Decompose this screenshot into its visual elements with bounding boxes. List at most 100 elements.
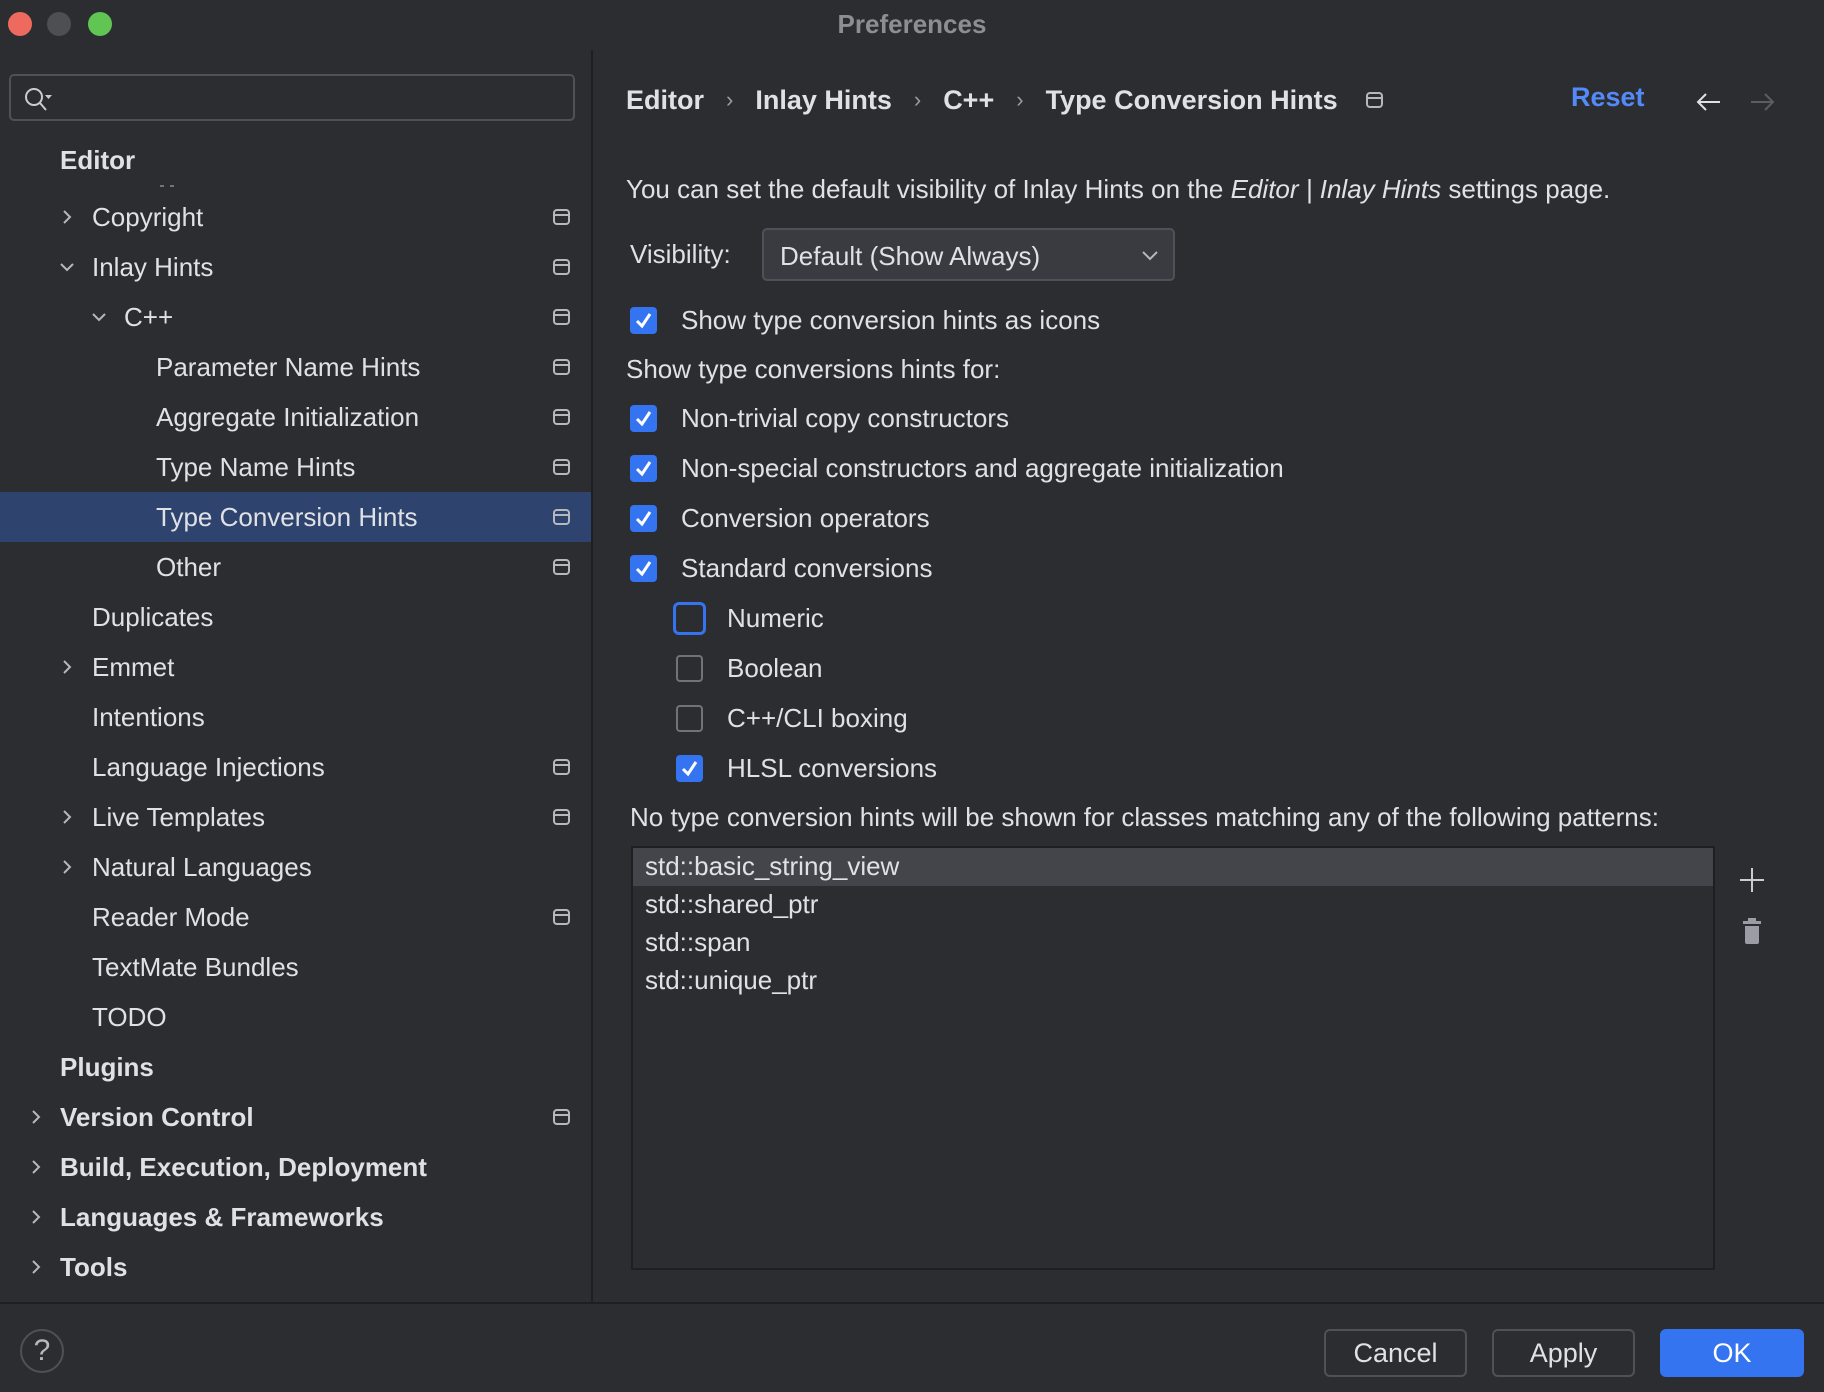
sidebar-item-label: TODO — [92, 1001, 167, 1032]
sidebar-item[interactable]: Copyright — [0, 192, 591, 242]
chevron-right-icon[interactable] — [58, 658, 76, 676]
chevron-right-icon[interactable] — [58, 858, 76, 876]
breadcrumb-item[interactable]: Inlay Hints — [755, 85, 892, 116]
sidebar-item-label: Type Name Hints — [156, 451, 356, 482]
pattern-list-item[interactable]: std::basic_string_view — [633, 848, 1713, 886]
chevron-right-icon[interactable] — [27, 1158, 45, 1176]
sidebar-item[interactable]: Languages & Frameworks — [0, 1192, 591, 1242]
option-checkbox[interactable]: Non-trivial copy constructors — [630, 398, 1009, 438]
sidebar-item[interactable]: TextMate Bundles — [0, 942, 591, 992]
visibility-label: Visibility: — [630, 239, 731, 269]
project-scope-icon — [553, 209, 570, 225]
option-checkbox[interactable]: Conversion operators — [630, 498, 930, 538]
sidebar-item[interactable]: Other — [0, 542, 591, 592]
checkbox-checked-icon[interactable] — [630, 404, 657, 432]
arrow-right-icon[interactable] — [1748, 88, 1776, 116]
sidebar-item-label: Reader Mode — [92, 901, 250, 932]
sidebar-item-label: Build, Execution, Deployment — [60, 1151, 427, 1182]
checkbox-unchecked-icon[interactable] — [676, 704, 703, 732]
project-scope-icon — [553, 509, 570, 525]
hints-for-label: Show type conversions hints for: — [626, 354, 1001, 384]
project-scope-icon — [553, 459, 570, 475]
sidebar-item[interactable]: Type Name Hints — [0, 442, 591, 492]
sidebar-item[interactable]: Build, Execution, Deployment — [0, 1142, 591, 1192]
checkbox-checked-icon[interactable] — [630, 554, 657, 582]
sidebar-item[interactable]: Emmet — [0, 642, 591, 692]
reset-link[interactable]: Reset — [1571, 82, 1645, 113]
sidebar-item[interactable]: Live Templates — [0, 792, 591, 842]
sidebar-item[interactable]: Plugins — [0, 1042, 591, 1092]
breadcrumb-item[interactable]: Editor — [626, 85, 704, 116]
breadcrumb-item-current: Type Conversion Hints — [1045, 84, 1338, 115]
option-checkbox[interactable]: Non-special constructors and aggregate i… — [630, 448, 1284, 488]
chevron-down-icon[interactable] — [58, 258, 76, 276]
chevron-right-icon[interactable] — [27, 1108, 45, 1126]
apply-button[interactable]: Apply — [1492, 1329, 1635, 1377]
project-scope-icon — [553, 409, 570, 425]
pattern-list-item[interactable]: std::unique_ptr — [633, 962, 1713, 1000]
trash-icon[interactable] — [1742, 918, 1762, 944]
chevron-right-icon[interactable] — [58, 208, 76, 226]
pattern-list-item[interactable]: std::shared_ptr — [633, 886, 1713, 924]
checkbox-label: C++/CLI boxing — [727, 702, 908, 733]
show-as-icons-checkbox[interactable]: Show type conversion hints as icons — [630, 300, 1100, 340]
sidebar-item[interactable]: Version Control — [0, 1092, 591, 1142]
sidebar-item[interactable]: Editor — [0, 135, 591, 185]
chevron-right-icon[interactable] — [27, 1258, 45, 1276]
help-button[interactable]: ? — [20, 1329, 64, 1373]
sidebar-item[interactable]: C++ — [0, 292, 591, 342]
patterns-list[interactable]: std::basic_string_view std::shared_ptr std… — [631, 846, 1715, 1270]
visibility-dropdown[interactable]: Default (Show Always) — [762, 228, 1175, 281]
sidebar-item[interactable]: Natural Languages — [0, 842, 591, 892]
project-scope-icon — [1365, 92, 1383, 108]
chevron-right-icon[interactable] — [27, 1208, 45, 1226]
project-scope-icon — [553, 809, 570, 825]
breadcrumb-item[interactable]: C++ — [943, 85, 994, 116]
info-text: You can set the default visibility of In… — [626, 174, 1610, 205]
sidebar-item[interactable]: TODO — [0, 992, 591, 1042]
sidebar-item[interactable]: Type Conversion Hints — [0, 492, 591, 542]
checkbox-checked-icon[interactable] — [676, 754, 703, 782]
checkbox-label: Non-trivial copy constructors — [681, 402, 1009, 433]
sidebar-item[interactable]: Aggregate Initialization — [0, 392, 591, 442]
sidebar-item-label: Version Control — [60, 1101, 254, 1132]
chevron-down-icon — [1142, 251, 1158, 261]
option-checkbox[interactable]: HLSL conversions — [676, 748, 937, 788]
arrow-left-icon[interactable] — [1695, 88, 1723, 116]
chevron-right-icon[interactable] — [58, 808, 76, 826]
sidebar-item[interactable]: Tools — [0, 1242, 591, 1292]
option-checkbox[interactable]: Numeric — [673, 598, 824, 638]
sidebar-item-label: Other — [156, 551, 222, 582]
project-scope-icon — [553, 559, 570, 575]
checkbox-checked-icon[interactable] — [630, 504, 657, 532]
sidebar-item[interactable]: Language Injections — [0, 742, 591, 792]
window-title: Preferences — [837, 9, 987, 39]
ok-button[interactable]: OK — [1660, 1329, 1804, 1377]
option-checkbox[interactable]: Boolean — [676, 648, 822, 688]
sidebar-item[interactable]: Duplicates — [0, 592, 591, 642]
sidebar-item[interactable]: Parameter Name Hints — [0, 342, 591, 392]
checkbox-unchecked-icon[interactable] — [673, 601, 706, 635]
project-scope-icon — [553, 309, 570, 325]
sidebar-item-label: Plugins — [60, 1051, 154, 1082]
sidebar-item-label: Parameter Name Hints — [156, 351, 421, 382]
sidebar-item[interactable]: Reader Mode — [0, 892, 591, 942]
checkbox-checked-icon[interactable] — [630, 306, 657, 334]
sidebar-item-label: Duplicates — [92, 601, 214, 632]
chevron-down-icon[interactable] — [90, 308, 108, 326]
checkbox-unchecked-icon[interactable] — [676, 654, 703, 682]
info-settings-reference: Editor | Inlay Hints — [1230, 174, 1442, 204]
cancel-button[interactable]: Cancel — [1324, 1329, 1467, 1377]
checkbox-checked-icon[interactable] — [630, 454, 657, 482]
info-suffix: settings page. — [1441, 174, 1611, 204]
sidebar-item-label: Inlay Hints — [92, 251, 214, 282]
option-checkbox[interactable]: Standard conversions — [630, 548, 932, 588]
option-checkbox[interactable]: C++/CLI boxing — [676, 698, 908, 738]
sidebar-item-label: Copyright — [92, 201, 204, 232]
sidebar-item[interactable]: Intentions — [0, 692, 591, 742]
search-input[interactable] — [9, 74, 575, 121]
sidebar-item[interactable]: Inlay Hints — [0, 242, 591, 292]
add-pattern-button[interactable] — [1738, 866, 1766, 894]
pattern-list-item[interactable]: std::span — [633, 924, 1713, 962]
search-icon — [25, 88, 52, 111]
